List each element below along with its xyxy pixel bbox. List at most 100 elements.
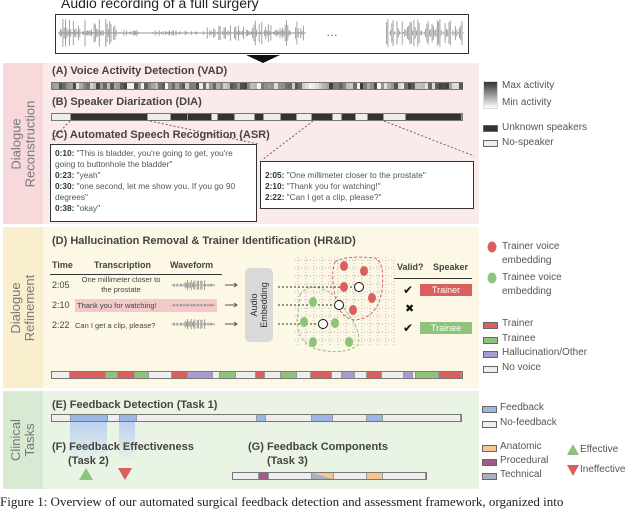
- legend-no-feedback: No-feedback: [500, 417, 557, 428]
- refined-segment-trainee: [105, 372, 119, 378]
- asr-line: 0:38: "okay": [55, 203, 101, 213]
- audio-embedding-box: Audio Embedding: [245, 268, 273, 342]
- query-embedding-point: [318, 319, 328, 329]
- refined-segment-trainer: [311, 372, 333, 378]
- components-bar: [232, 472, 427, 480]
- legend-swatch-trainer: [483, 322, 498, 329]
- legend-swatch-no-speaker: [483, 140, 498, 147]
- legend-ineffective-icon: [567, 465, 579, 476]
- legend-technical: Technical: [500, 469, 542, 480]
- check-icon: ✔: [403, 283, 414, 297]
- legend-feedback: Feedback: [500, 402, 544, 413]
- refined-segment-halluc: [188, 372, 214, 378]
- refined-segment-trainee: [281, 372, 298, 378]
- legend-swatch-halluc: [483, 351, 498, 358]
- legend-ineffective: Ineffective: [580, 464, 626, 475]
- legend-max-activity: Max activity: [502, 80, 555, 91]
- mini-waveform: [171, 319, 215, 330]
- trainer-embedding-point: [340, 282, 348, 292]
- trainer-embedding-point: [340, 261, 348, 271]
- component-segment: [233, 473, 259, 479]
- refined-segment-trainee: [415, 372, 439, 378]
- query-embedding-point: [334, 300, 344, 310]
- legend-min-activity: Min activity: [502, 97, 552, 108]
- feedback-bar: [51, 414, 462, 422]
- header-speaker: Speaker: [433, 262, 469, 272]
- feedback-detection-title: (E) Feedback Detection (Task 1): [52, 399, 218, 411]
- trainer-embedding-point: [360, 266, 368, 276]
- figure-caption: Figure 1: Overview of our automated surg…: [0, 494, 564, 509]
- feedback-segment-f: [367, 415, 384, 421]
- legend-no-voice: No voice: [502, 362, 541, 373]
- refined-segment-trainer: [118, 372, 135, 378]
- refined-segment-none: [382, 372, 405, 378]
- check-icon: ✔: [403, 321, 414, 335]
- feedback-segment-n: [137, 415, 257, 421]
- refined-segment-none: [332, 372, 342, 378]
- arrow-icon: [225, 282, 238, 288]
- legend-trainee-embedding: Trainee voice embedding: [502, 272, 562, 297]
- refined-segment-trainer: [171, 372, 189, 378]
- refined-segment-none: [52, 372, 71, 378]
- cross-icon: ✖: [405, 303, 415, 315]
- trainer-embedding-point: [368, 293, 376, 303]
- mini-waveform: [171, 303, 215, 307]
- legend-unknown-speakers: Unknown speakers: [502, 122, 588, 133]
- component-segment: [312, 473, 335, 479]
- component-segment: [334, 473, 368, 479]
- legend-effective-icon: [567, 444, 579, 455]
- component-segment: [268, 473, 313, 479]
- feedback-segment-n: [383, 415, 462, 421]
- refined-segment-trainer: [70, 372, 106, 378]
- refined-segment-trainer: [255, 372, 266, 378]
- speaker-badge-trainee: Trainee: [420, 322, 472, 334]
- refined-segment-trainer: [438, 372, 463, 378]
- asr-line: 0:30: "one second, let me show you. If y…: [55, 181, 236, 202]
- arrow-icon: [225, 302, 238, 308]
- legend-trainer-dot: [487, 241, 497, 253]
- trainee-embedding-point: [300, 317, 308, 327]
- feedback-segment-n: [107, 415, 121, 421]
- legend-swatch-no-feedback: [482, 421, 497, 428]
- legend-swatch-unknown: [483, 125, 498, 132]
- refined-segment-none: [236, 372, 256, 378]
- feedback-segment-n: [266, 415, 313, 421]
- trainee-embedding-point: [331, 318, 339, 328]
- header-valid: Valid?: [397, 262, 424, 272]
- asr-line: 2:10: "Thank you for watching!": [265, 181, 381, 191]
- feedback-segment-f: [70, 415, 108, 421]
- mini-waveform: [171, 280, 215, 291]
- legend-swatch-procedural: [482, 459, 497, 466]
- component-segment: [383, 473, 426, 479]
- feedback-segment-n: [52, 415, 71, 421]
- speaker-divider: [394, 278, 472, 279]
- legend-trainee: Trainee: [502, 333, 536, 344]
- asr-line: 0:23: "yeah": [55, 170, 101, 180]
- side-label-clinical: Clinical Tasks: [8, 419, 37, 461]
- feedback-segment-f: [312, 415, 333, 421]
- asr-box-1: 0:10: "This is bladder, you're going to …: [50, 144, 257, 222]
- refined-segment-halluc: [404, 372, 414, 378]
- refined-segment-none: [148, 372, 172, 378]
- query-embedding-point: [354, 282, 364, 292]
- arrow-icon: [225, 321, 238, 327]
- legend-no-speaker: No-speaker: [502, 137, 554, 148]
- legend-anatomic: Anatomic: [500, 441, 542, 452]
- feedback-segment-f: [256, 415, 267, 421]
- refined-segment-none: [297, 372, 312, 378]
- legend-effective: Effective: [580, 444, 619, 455]
- trainee-embedding-point: [345, 337, 353, 347]
- refined-segment-trainee: [134, 372, 149, 378]
- refined-bar: [51, 371, 463, 379]
- trainer-embedding-point: [349, 305, 357, 315]
- legend-swatch-trainee: [483, 337, 498, 344]
- legend-trainer-embedding: Trainer voice embedding: [502, 241, 560, 266]
- ineffective-triangle-icon: [118, 468, 132, 480]
- feedback-segment-f: [120, 415, 138, 421]
- effectiveness-task: (Task 2): [68, 455, 109, 467]
- legend-swatch-novoice: [483, 366, 498, 373]
- asr-line: 2:22: "Can I get a clip, please?": [265, 192, 382, 202]
- speaker-badge-trainer: Trainer: [420, 284, 472, 296]
- trainee-embedding-point: [309, 297, 317, 307]
- components-title: (G) Feedback Components: [248, 441, 388, 453]
